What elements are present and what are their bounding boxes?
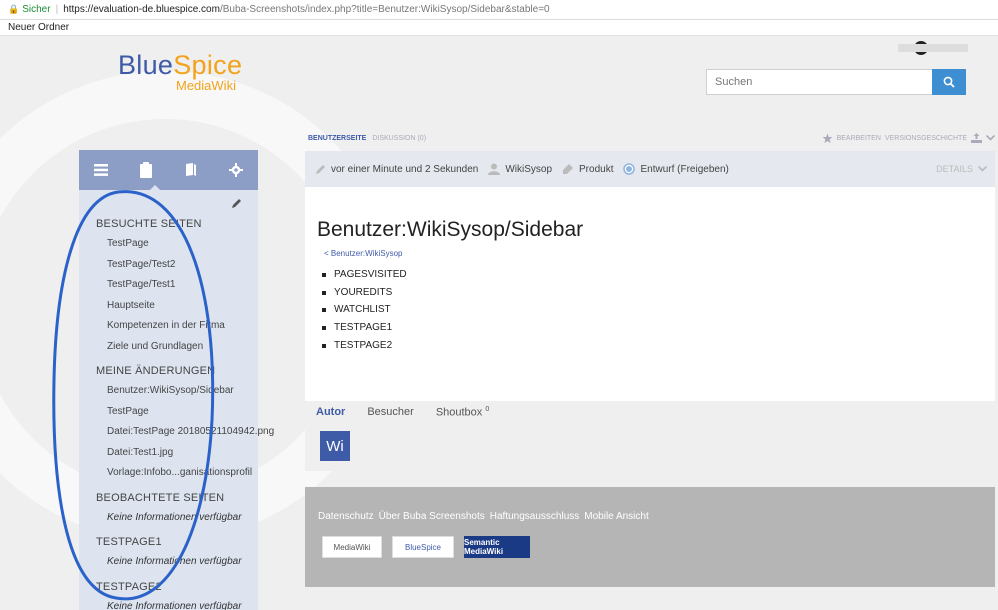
bullet-list: PAGESVISITED YOUREDITS WATCHLIST TESTPAG…	[322, 266, 407, 354]
last-edit-time: vor einer Minute und 2 Sekunden	[331, 163, 479, 175]
logo-text-blue: Blue	[118, 50, 174, 80]
list-item: YOUREDITS	[322, 284, 407, 302]
page-title: Benutzer:WikiSysop/Sidebar	[317, 218, 584, 241]
article-content: Benutzer:WikiSysop/Sidebar < Benutzer:Wi…	[305, 187, 995, 401]
tab-discussion[interactable]: DISKUSSION (0)	[372, 135, 426, 142]
footer-link-disclaimer[interactable]: Haftungsausschluss	[490, 511, 580, 522]
info-panel: Autor Besucher Shoutbox 0 Wi	[305, 401, 995, 471]
tab-visitors[interactable]: Besucher	[367, 406, 413, 418]
chevron-down-icon[interactable]	[986, 135, 995, 141]
lock-icon: 🔒	[8, 4, 20, 14]
tab-shoutbox[interactable]: Shoutbox 0	[436, 406, 489, 419]
review-status[interactable]: Entwurf (Freigeben)	[623, 163, 729, 175]
powered-by-mediawiki-badge[interactable]: MediaWiki	[322, 536, 382, 558]
gear-icon	[228, 163, 243, 177]
chevron-down-icon	[978, 166, 987, 172]
bookmarks-bar: Neuer Ordner	[0, 20, 998, 36]
review-status-label: Entwurf (Freigeben)	[640, 163, 729, 175]
search-button[interactable]	[932, 69, 966, 95]
footer-link-about[interactable]: Über Buba Screenshots	[379, 511, 485, 522]
last-editor-name: WikiSysop	[505, 163, 553, 175]
footer-link-privacy[interactable]: Datenschutz	[318, 511, 374, 522]
tab-author[interactable]: Autor	[316, 406, 345, 418]
content-tabs: BENUTZERSEITE DISKUSSION (0) BEARBEITEN …	[305, 128, 995, 148]
logo[interactable]: BlueSpice MediaWiki	[118, 50, 242, 93]
powered-by-smw-badge[interactable]: Semantic MediaWiki	[464, 536, 530, 558]
status-icon	[623, 163, 636, 175]
footer: Datenschutz Über Buba Screenshots Haftun…	[305, 487, 995, 587]
search-input[interactable]	[706, 69, 932, 95]
details-label: DETAILS	[936, 164, 973, 174]
clipboard-icon	[140, 162, 153, 178]
edit-link[interactable]: BEARBEITEN	[837, 135, 881, 142]
category[interactable]: Produkt	[562, 163, 613, 175]
category-label: Produkt	[579, 163, 614, 175]
url-path: /Buba-Screenshots/index.php?title=Benutz…	[219, 4, 550, 15]
list-item: WATCHLIST	[322, 301, 407, 319]
search-icon	[943, 76, 955, 88]
logo-subtitle: MediaWiki	[176, 78, 236, 93]
star-icon[interactable]	[822, 133, 833, 144]
bookmark-folder[interactable]: Neuer Ordner	[8, 22, 69, 33]
footer-link-mobile[interactable]: Mobile Ansicht	[584, 511, 648, 522]
share-icon[interactable]	[971, 133, 982, 143]
search-box	[706, 69, 966, 95]
list-item: PAGESVISITED	[322, 266, 407, 284]
url-host: https://evaluation-de.bluespice.com	[63, 4, 220, 15]
user-icon	[488, 163, 501, 175]
details-toggle[interactable]: DETAILS	[936, 164, 987, 174]
author-avatar[interactable]: Wi	[320, 431, 350, 461]
list-item: TESTPAGE2	[322, 337, 407, 355]
powered-by-bluespice-badge[interactable]: BlueSpice	[392, 536, 454, 558]
page-actions: BEARBEITEN VERSIONSGESCHICHTE	[822, 133, 995, 144]
secure-label: Sicher	[22, 4, 51, 15]
user-menu[interactable]	[898, 44, 968, 52]
logo-text-spice: Spice	[173, 50, 243, 80]
list-item: TESTPAGE1	[322, 319, 407, 337]
breadcrumb[interactable]: < Benutzer:WikiSysop	[324, 249, 402, 258]
last-edit[interactable]: vor einer Minute und 2 Sekunden	[315, 164, 478, 175]
pencil-icon	[316, 164, 325, 174]
book-icon	[185, 163, 196, 176]
annotation-ellipse	[52, 190, 215, 601]
menu-icon	[94, 164, 109, 176]
address-bar[interactable]: 🔒 Sicher | https://evaluation-de.bluespi…	[0, 0, 998, 20]
page-meta-bar: vor einer Minute und 2 Sekunden WikiSyso…	[305, 151, 995, 187]
shoutbox-count: 0	[485, 405, 490, 413]
separator: |	[55, 4, 59, 15]
history-link[interactable]: VERSIONSGESCHICHTE	[885, 135, 967, 142]
tab-user-page[interactable]: BENUTZERSEITE	[308, 135, 366, 142]
tag-icon	[563, 164, 574, 174]
last-editor[interactable]: WikiSysop	[488, 163, 552, 175]
